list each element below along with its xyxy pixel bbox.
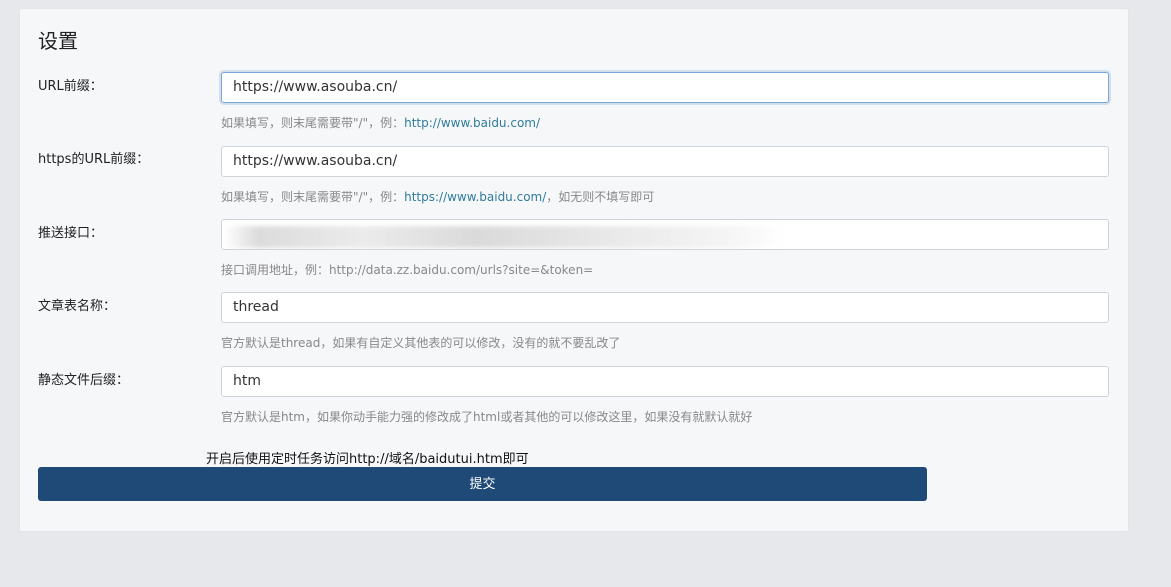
redacted-blur bbox=[224, 226, 784, 248]
table-name-label: 文章表名称： bbox=[38, 299, 117, 314]
static-suffix-input[interactable]: htm bbox=[221, 366, 1109, 397]
page-title: 设置 bbox=[38, 29, 78, 53]
settings-panel: 设置 URL前缀： https://www.asouba.cn/ 如果填写，则末… bbox=[20, 9, 1128, 531]
push-api-input[interactable] bbox=[221, 219, 1109, 250]
https-url-prefix-label: https的URL前缀： bbox=[38, 152, 150, 167]
push-api-label: 推送接口： bbox=[38, 226, 104, 241]
url-prefix-help-link[interactable]: http://www.baidu.com/ bbox=[404, 116, 540, 130]
https-url-prefix-help-link[interactable]: https://www.baidu.com/ bbox=[404, 190, 546, 204]
url-prefix-label: URL前缀： bbox=[38, 79, 103, 94]
url-prefix-input[interactable]: https://www.asouba.cn/ bbox=[221, 72, 1109, 103]
static-suffix-label: 静态文件后缀： bbox=[38, 373, 130, 388]
table-name-input[interactable]: thread bbox=[221, 292, 1109, 323]
push-api-help: 接口调用地址，例：http://data.zz.baidu.com/urls?s… bbox=[221, 263, 594, 277]
https-url-prefix-help-text: 如果填写，则末尾需要带"/"，例： bbox=[221, 190, 405, 204]
url-prefix-value: https://www.asouba.cn/ bbox=[233, 79, 398, 95]
url-prefix-help-text: 如果填写，则末尾需要带"/"，例： bbox=[221, 116, 405, 130]
https-url-prefix-value: https://www.asouba.cn/ bbox=[233, 153, 398, 169]
https-url-prefix-help: 如果填写，则末尾需要带"/"，例：https://www.baidu.com/，… bbox=[221, 188, 654, 205]
submit-button[interactable]: 提交 bbox=[38, 467, 927, 501]
table-name-help: 官方默认是thread，如果有自定义其他表的可以修改，没有的就不要乱改了 bbox=[221, 336, 621, 350]
cron-notice: 开启后使用定时任务访问http://域名/baidutui.htm即可 bbox=[206, 452, 529, 467]
static-suffix-value: htm bbox=[233, 373, 261, 389]
https-url-prefix-input[interactable]: https://www.asouba.cn/ bbox=[221, 146, 1109, 177]
url-prefix-help: 如果填写，则末尾需要带"/"，例：http://www.baidu.com/ bbox=[221, 114, 540, 131]
table-name-value: thread bbox=[233, 299, 279, 315]
https-url-prefix-help-suffix: ，如无则不填写即可 bbox=[546, 190, 655, 204]
static-suffix-help: 官方默认是htm，如果你动手能力强的修改成了html或者其他的可以修改这里，如果… bbox=[221, 410, 753, 424]
